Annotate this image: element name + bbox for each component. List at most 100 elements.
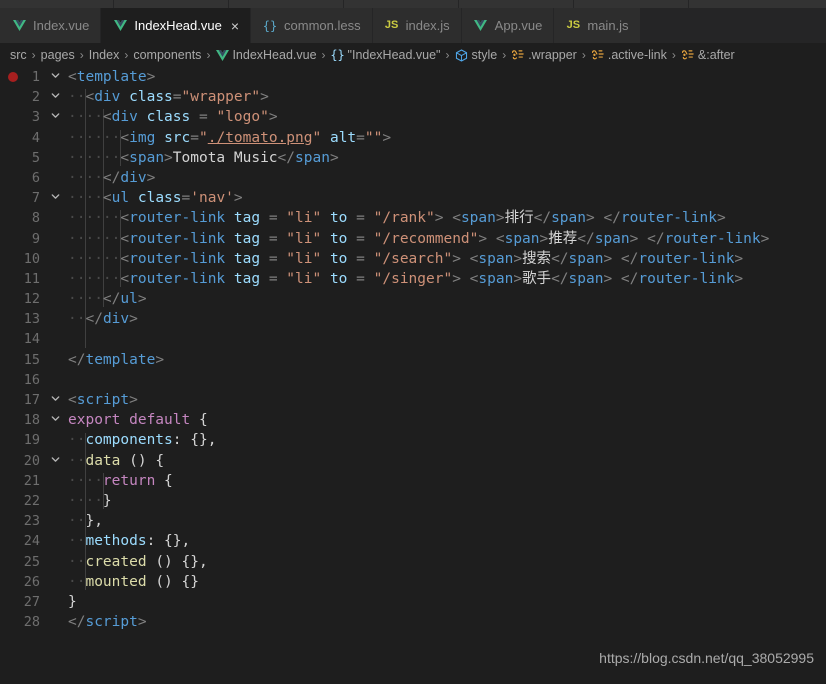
code-line[interactable]: 12 ····</ul> (0, 289, 826, 309)
code-text[interactable]: ····} (66, 491, 826, 511)
breadcrumb-item-style[interactable]: style (455, 48, 497, 62)
code-text[interactable]: </script> (66, 612, 826, 632)
code-line[interactable]: 16 (0, 370, 826, 390)
gutter[interactable]: 20 (0, 451, 66, 471)
gutter[interactable]: 4 (0, 128, 66, 148)
gutter[interactable]: 11 (0, 269, 66, 289)
code-line[interactable]: 27} (0, 592, 826, 612)
gutter[interactable]: 5 (0, 148, 66, 168)
code-text[interactable]: ····</div> (66, 168, 826, 188)
code-text[interactable] (66, 329, 826, 349)
code-line[interactable]: 24 ··methods: {}, (0, 531, 826, 551)
breadcrumb-item-active-link[interactable]: .active-link (591, 48, 667, 62)
code-line[interactable]: 8 ······<router-link tag = "li" to = "/ra… (0, 208, 826, 228)
breadcrumb-item-components[interactable]: components (133, 48, 201, 62)
breadcrumb-item-indexhead-vue[interactable]: {} "IndexHead.vue" (330, 48, 440, 62)
gutter[interactable]: 22 (0, 491, 66, 511)
code-text[interactable]: ··components: {}, (66, 430, 826, 450)
code-line[interactable]: 20 ··data () { (0, 451, 826, 471)
code-text[interactable]: ··methods: {}, (66, 531, 826, 551)
chevron-down-icon[interactable] (48, 454, 62, 468)
breadcrumb-item-wrapper[interactable]: .wrapper (511, 48, 577, 62)
code-line[interactable]: 1 <template> (0, 67, 826, 87)
code-text[interactable]: ····<ul class='nav'> (66, 188, 826, 208)
chevron-down-icon[interactable] (48, 70, 62, 84)
tab-index-vue[interactable]: Index.vue (0, 8, 102, 43)
gutter[interactable]: 14 (0, 329, 66, 349)
gutter[interactable]: 15 (0, 350, 66, 370)
tab-common-less[interactable]: {} common.less (251, 8, 373, 43)
code-text[interactable]: ··}, (66, 511, 826, 531)
tab-main-js[interactable]: JS main.js (554, 8, 641, 43)
code-line[interactable]: 22 ····} (0, 491, 826, 511)
code-line[interactable]: 9 ······<router-link tag = "li" to = "/re… (0, 229, 826, 249)
code-text[interactable]: ······<router-link tag = "li" to = "/sea… (66, 249, 826, 269)
breadcrumb-item-indexhead-vue[interactable]: IndexHead.vue (215, 48, 317, 62)
code-text[interactable]: ······<img src="./tomato.png" alt=""> (66, 128, 826, 148)
code-text[interactable]: ····<div class = "logo"> (66, 107, 826, 127)
code-text[interactable]: ··<div class="wrapper"> (66, 87, 826, 107)
gutter[interactable]: 6 (0, 168, 66, 188)
code-text[interactable]: ··mounted () {} (66, 572, 826, 592)
code-line[interactable]: 2 ··<div class="wrapper"> (0, 87, 826, 107)
code-line[interactable]: 18 export default { (0, 410, 826, 430)
gutter[interactable]: 12 (0, 289, 66, 309)
gutter[interactable]: 7 (0, 188, 66, 208)
tab-index-js[interactable]: JS index.js (372, 8, 462, 43)
code-text[interactable] (66, 370, 826, 390)
gutter[interactable]: 21 (0, 471, 66, 491)
code-line[interactable]: 19 ··components: {}, (0, 430, 826, 450)
code-text[interactable]: ······<router-link tag = "li" to = "/sin… (66, 269, 826, 289)
code-text[interactable]: ··data () { (66, 451, 826, 471)
breadcrumb-item-after[interactable]: &:after (681, 48, 735, 62)
breadcrumb-item-pages[interactable]: pages (41, 48, 75, 62)
chevron-down-icon[interactable] (48, 413, 62, 427)
gutter[interactable]: 27 (0, 592, 66, 612)
code-text[interactable]: <template> (66, 67, 826, 87)
gutter[interactable]: 13 (0, 309, 66, 329)
code-text[interactable]: ··</div> (66, 309, 826, 329)
gutter[interactable]: 18 (0, 410, 66, 430)
code-line[interactable]: 4 ······<img src="./tomato.png" alt=""> (0, 128, 826, 148)
gutter[interactable]: 28 (0, 612, 66, 632)
tab-app-vue[interactable]: App.vue (461, 8, 555, 43)
code-line[interactable]: 5 ······<span>Tomota Music</span> (0, 148, 826, 168)
code-text[interactable]: ······<router-link tag = "li" to = "/ran… (66, 208, 826, 228)
code-line[interactable]: 25 ··created () {}, (0, 552, 826, 572)
gutter[interactable]: 16 (0, 370, 66, 390)
gutter[interactable]: 1 (0, 67, 66, 87)
gutter[interactable]: 10 (0, 249, 66, 269)
code-line[interactable]: 21 ····return { (0, 471, 826, 491)
gutter[interactable]: 2 (0, 87, 66, 107)
code-line[interactable]: 10 ······<router-link tag = "li" to = "/s… (0, 249, 826, 269)
code-line[interactable]: 23 ··}, (0, 511, 826, 531)
chevron-down-icon[interactable] (48, 393, 62, 407)
code-line[interactable]: 28 </script> (0, 612, 826, 632)
gutter[interactable]: 26 (0, 572, 66, 592)
tab-indexhead-vue[interactable]: IndexHead.vue × (101, 8, 252, 43)
code-text[interactable]: ······<router-link tag = "li" to = "/rec… (66, 229, 826, 249)
code-text[interactable]: export default { (66, 410, 826, 430)
gutter[interactable]: 3 (0, 107, 66, 127)
code-text[interactable]: ····</ul> (66, 289, 826, 309)
close-icon[interactable]: × (231, 19, 239, 33)
chevron-down-icon[interactable] (48, 110, 62, 124)
code-line[interactable]: 6 ····</div> (0, 168, 826, 188)
code-text[interactable]: ······<span>Tomota Music</span> (66, 148, 826, 168)
chevron-down-icon[interactable] (48, 191, 62, 205)
code-text[interactable]: ····return { (66, 471, 826, 491)
code-line[interactable]: 13 ··</div> (0, 309, 826, 329)
gutter[interactable]: 9 (0, 229, 66, 249)
code-text[interactable]: <script> (66, 390, 826, 410)
code-text[interactable]: } (66, 592, 826, 612)
gutter[interactable]: 23 (0, 511, 66, 531)
breakpoint-icon[interactable] (8, 72, 18, 83)
gutter[interactable]: 19 (0, 430, 66, 450)
gutter[interactable]: 24 (0, 531, 66, 551)
code-line[interactable]: 17 <script> (0, 390, 826, 410)
code-editor[interactable]: 1 <template> 2 ··<div class="wrapper"> 3 ····… (0, 67, 826, 684)
gutter[interactable]: 17 (0, 390, 66, 410)
breadcrumb-item-index[interactable]: Index (89, 48, 120, 62)
chevron-down-icon[interactable] (48, 90, 62, 104)
code-text[interactable]: </template> (66, 350, 826, 370)
